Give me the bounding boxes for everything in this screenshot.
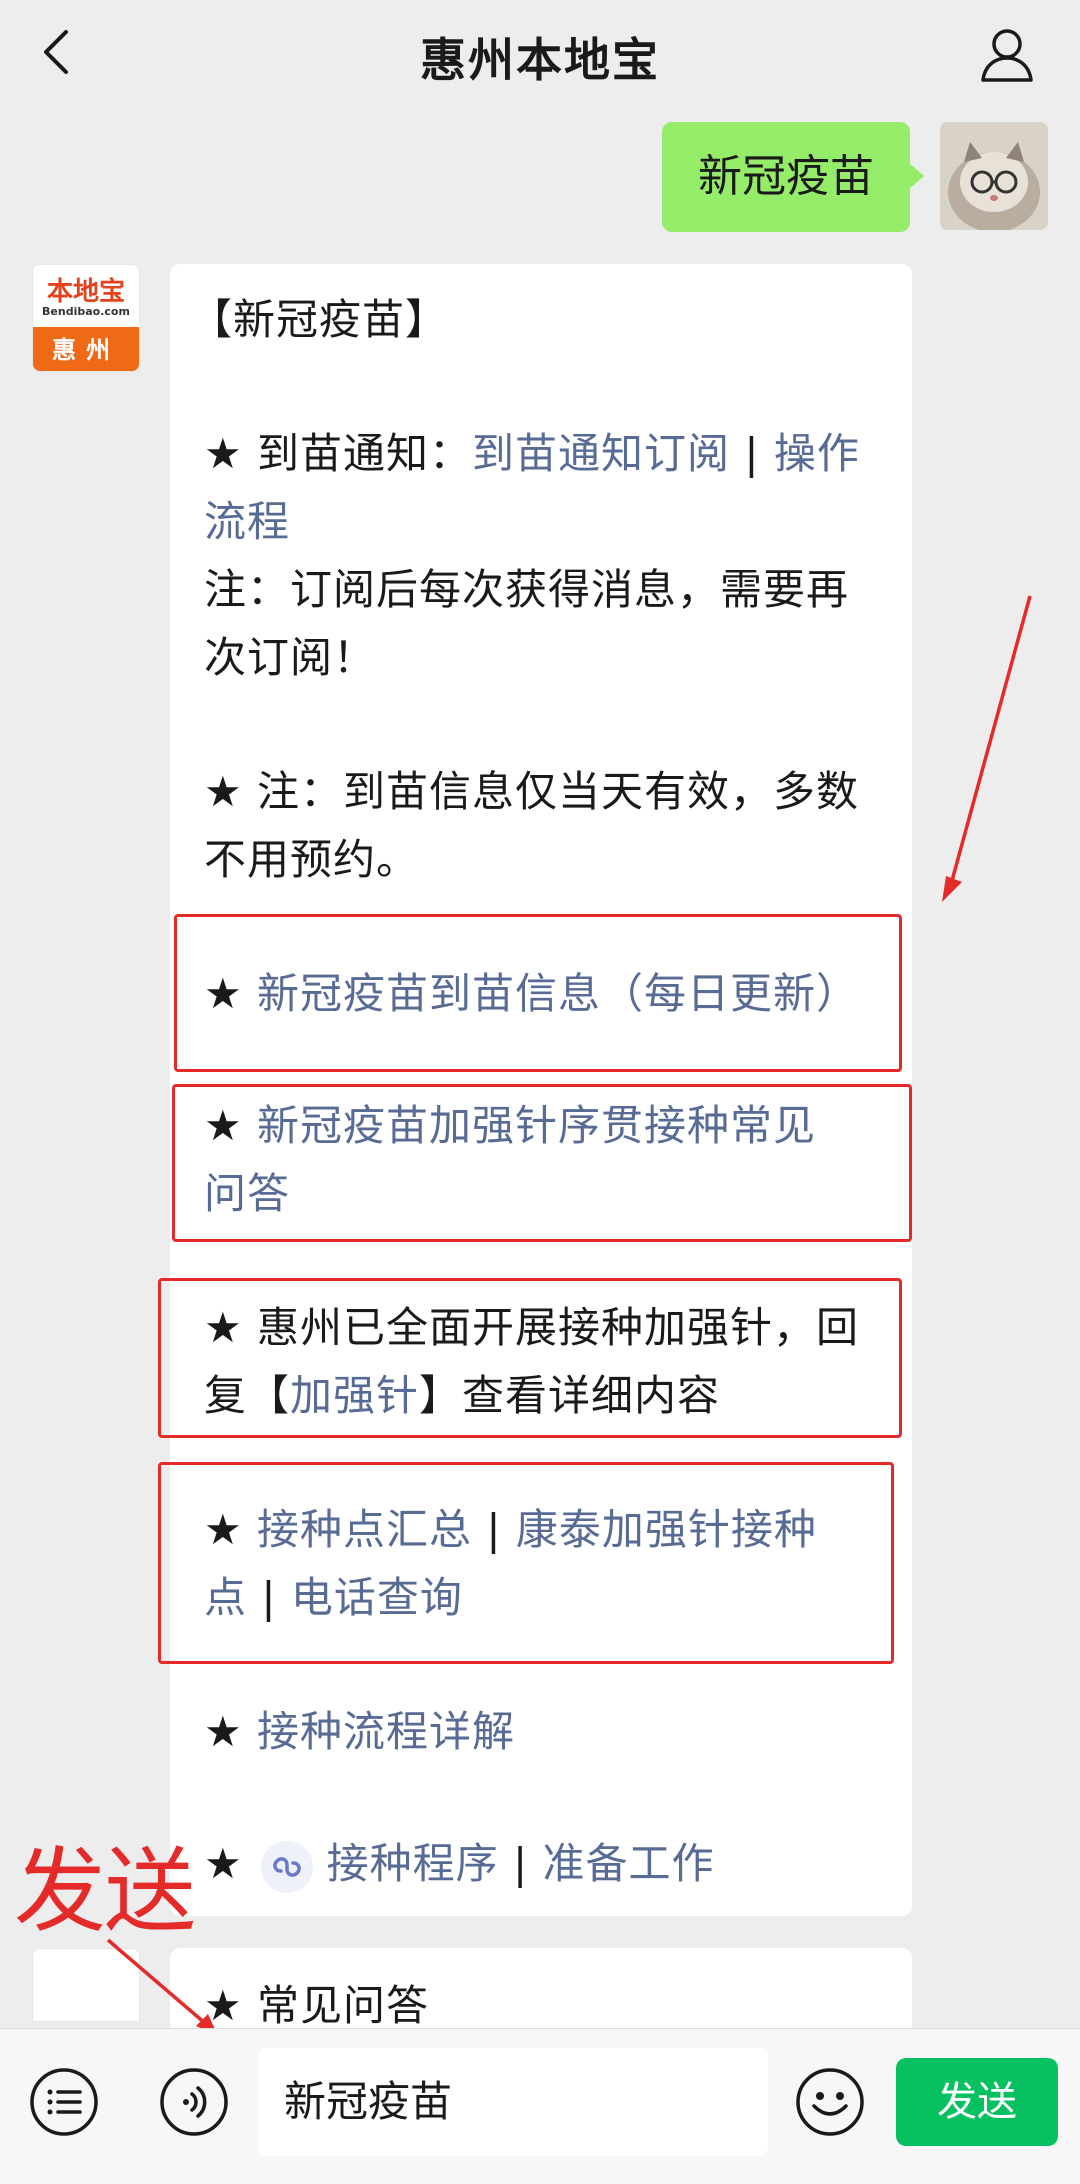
- menu-icon[interactable]: [28, 2066, 100, 2142]
- message-input-value[interactable]: 新冠疫苗: [284, 2048, 452, 2156]
- send-annotation: 发送: [14, 1838, 196, 1945]
- emoji-icon[interactable]: [794, 2066, 866, 2142]
- voice-icon[interactable]: [158, 2066, 230, 2142]
- send-button[interactable]: 发送: [896, 2058, 1058, 2146]
